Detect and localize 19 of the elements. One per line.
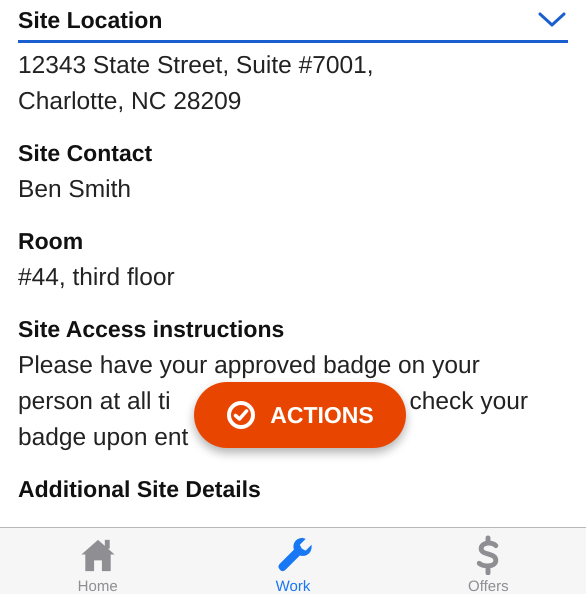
- field-label: Site Contact: [18, 139, 154, 168]
- instruction-text: person at all ti: [18, 387, 171, 417]
- instruction-text: check your: [410, 387, 528, 417]
- check-circle-icon: [226, 400, 256, 430]
- instruction-text: badge upon ent: [18, 423, 188, 453]
- instruction-text: Please have your approved badge on your: [18, 351, 480, 381]
- field-label: Room: [18, 227, 84, 256]
- actions-button[interactable]: ACTIONS: [194, 382, 406, 448]
- tab-bar-item[interactable]: Offers: [390, 528, 586, 594]
- tab-bar-item[interactable]: Work: [195, 528, 391, 594]
- chevron-down-icon[interactable]: [538, 12, 566, 28]
- field-label: Site Access instructions: [18, 315, 286, 344]
- section-title: Site Location: [18, 6, 162, 34]
- tab-bar-item[interactable]: Home: [0, 528, 196, 594]
- address-line: 12343 State Street, Suite #7001,: [18, 51, 375, 81]
- field-value: #44, third floor: [18, 263, 176, 293]
- field-label: Additional Site Details: [18, 475, 262, 504]
- field-value: Ben Smith: [18, 175, 132, 205]
- address-line: Charlotte, NC 28209: [18, 87, 242, 117]
